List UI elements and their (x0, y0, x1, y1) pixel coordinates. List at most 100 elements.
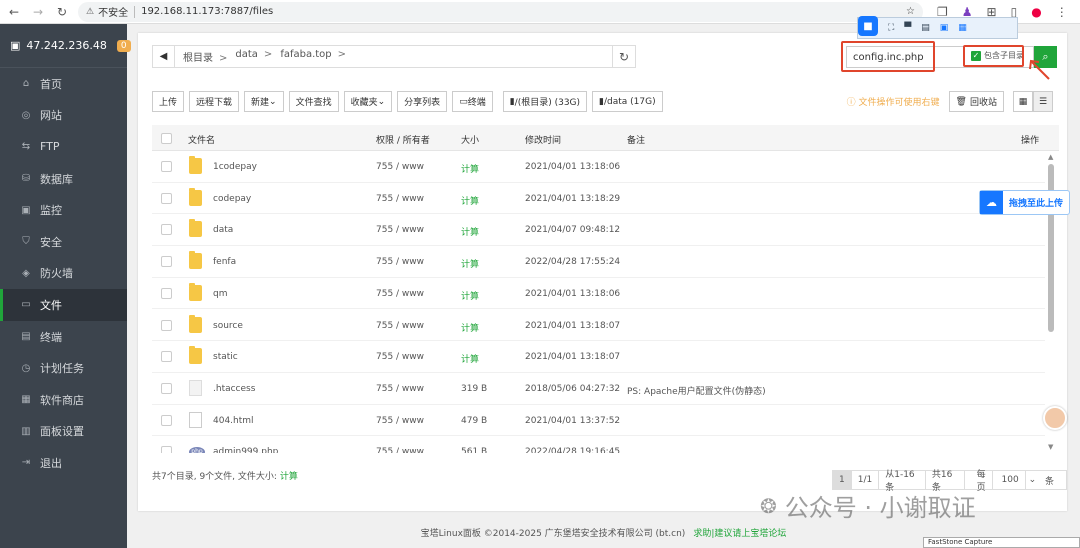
address-bar[interactable]: ⚠ 不安全 192.168.11.173:7887/files ☆ (78, 1, 923, 22)
file-size[interactable]: 计算 (461, 289, 479, 302)
sidebar-item-10[interactable]: ▦ 软件商店 (0, 384, 127, 416)
assistant-avatar[interactable] (1043, 406, 1067, 430)
file-size[interactable]: 计算 (461, 225, 479, 238)
row-checkbox[interactable] (161, 161, 172, 172)
scroll-capture-icon[interactable]: ▦ (958, 23, 967, 33)
table-row[interactable]: static 755 / www 计算 2021/04/01 13:18:07 (152, 341, 1045, 373)
file-perm[interactable]: 755 / www (376, 352, 424, 362)
toolbar-button-3[interactable]: 文件查找 (288, 91, 339, 112)
file-perm[interactable]: 755 / www (376, 289, 424, 299)
file-name[interactable]: fenfa (213, 257, 236, 267)
row-checkbox[interactable] (161, 319, 172, 331)
sidebar-item-7[interactable]: ▭ 文件 (0, 289, 127, 321)
sidebar-item-6[interactable]: ◈ 防火墙 (0, 258, 127, 290)
toolbar-button-2[interactable]: 新建 ⌄ (244, 91, 284, 112)
file-name[interactable]: static (213, 352, 238, 362)
table-row[interactable]: codepay 755 / www 计算 2021/04/01 13:18:29 (152, 183, 1045, 215)
row-checkbox[interactable] (161, 287, 172, 299)
fullscreen-icon[interactable]: ⛶ (888, 23, 894, 33)
star-icon[interactable]: ☆ (906, 6, 915, 17)
region-icon[interactable]: ▣ (940, 23, 949, 33)
drag-upload-button[interactable]: ☁ 拖拽至此上传 (979, 190, 1070, 215)
toolbar-button-5[interactable]: 分享列表 (397, 91, 448, 112)
row-checkbox[interactable] (161, 192, 172, 204)
scroll-up-icon[interactable]: ▲ (1048, 153, 1053, 161)
select-all-checkbox[interactable] (161, 133, 172, 144)
recycle-bin-button[interactable]: 🗑 回收站 (948, 91, 1004, 112)
file-name[interactable]: codepay (213, 194, 251, 204)
table-row[interactable]: php admin999.php 755 / www 561 B 2022/04/28 … (152, 436, 1045, 453)
file-name[interactable]: source (213, 321, 243, 331)
calc-size-link[interactable]: 计算 (280, 472, 298, 482)
table-row[interactable]: qm 755 / www 计算 2021/04/01 13:18:06 (152, 278, 1045, 310)
file-name[interactable]: admin999.php (213, 447, 278, 453)
row-checkbox[interactable] (161, 351, 172, 363)
toolbar-button-7[interactable]: ▮ /(根目录) (33G) (502, 91, 588, 112)
avatar-icon[interactable]: ● (1031, 5, 1041, 19)
col-name[interactable]: 文件名 (188, 133, 215, 146)
toolbar-button-1[interactable]: 远程下载 (189, 91, 240, 112)
sidebar-item-2[interactable]: ⇆ FTP (0, 131, 127, 163)
file-name[interactable]: data (213, 225, 233, 235)
sidebar-item-11[interactable]: ▥ 面板设置 (0, 416, 127, 448)
row-checkbox[interactable] (161, 256, 172, 268)
sidebar-item-12[interactable]: ⇥ 退出 (0, 447, 127, 479)
table-row[interactable]: .htaccess 755 / www 319 B 2018/05/06 04:27:… (152, 373, 1045, 405)
sidebar-item-9[interactable]: ◷ 计划任务 (0, 352, 127, 384)
table-row[interactable]: data 755 / www 计算 2021/04/07 09:48:12 (152, 214, 1045, 247)
row-checkbox[interactable] (161, 224, 172, 236)
scroll-down-icon[interactable]: ▼ (1048, 443, 1053, 451)
toolbar-button-4[interactable]: 收藏夹 ⌄ (343, 91, 393, 112)
table-row[interactable]: fenfa 755 / www 计算 2022/04/28 17:55:24 (152, 246, 1045, 278)
reload-icon[interactable]: ↻ (52, 2, 72, 22)
file-size[interactable]: 计算 (461, 194, 479, 207)
table-row[interactable]: source 755 / www 计算 2021/04/01 13:18:07 (152, 310, 1045, 342)
menu-icon[interactable]: ⋮ (1056, 5, 1068, 19)
row-checkbox[interactable] (161, 446, 172, 453)
list-view-icon[interactable]: ☰ (1033, 91, 1053, 112)
per-page-select[interactable]: 每页 100 ⌄ 条 (965, 470, 1066, 493)
file-perm[interactable]: 755 / www (376, 225, 424, 235)
grid-view-icon[interactable]: ▦ (1013, 91, 1033, 112)
sidebar-item-5[interactable]: ⛉ 安全 (0, 226, 127, 258)
forum-link[interactable]: 求助|建议请上宝塔论坛 (693, 529, 786, 539)
toolbar-button-0[interactable]: 上传 (152, 91, 185, 112)
toolbar-button-8[interactable]: ▮ /data (17G) (592, 91, 663, 112)
toolbar-button-6[interactable]: ▭ 终端 (452, 91, 493, 112)
file-perm[interactable]: 755 / www (376, 194, 424, 204)
col-size[interactable]: 大小 (461, 133, 479, 146)
breadcrumb-item[interactable]: fafaba.top > (280, 49, 346, 64)
back-arrow-icon[interactable]: ← (4, 2, 24, 22)
file-size[interactable]: 计算 (461, 352, 479, 365)
file-perm[interactable]: 755 / www (376, 447, 424, 453)
back-icon[interactable]: ◀ (153, 46, 175, 67)
file-perm[interactable]: 755 / www (376, 162, 424, 172)
sidebar-item-3[interactable]: ⛁ 数据库 (0, 163, 127, 195)
file-name[interactable]: 1codepay (213, 162, 257, 172)
file-perm[interactable]: 755 / www (376, 416, 424, 426)
file-perm[interactable]: 755 / www (376, 257, 424, 267)
file-size[interactable]: 计算 (461, 257, 479, 270)
table-row[interactable]: 1codepay 755 / www 计算 2021/04/01 13:18:06 (152, 151, 1045, 183)
file-name[interactable]: .htaccess (213, 384, 255, 394)
forward-arrow-icon[interactable]: → (28, 2, 48, 22)
file-size[interactable]: 计算 (461, 162, 479, 175)
col-perm[interactable]: 权限 / 所有者 (376, 133, 430, 146)
breadcrumb-item[interactable]: 根目录 > (183, 49, 227, 64)
row-checkbox[interactable] (161, 414, 172, 426)
sidebar-item-4[interactable]: ▣ 监控 (0, 194, 127, 226)
file-perm[interactable]: 755 / www (376, 321, 424, 331)
notification-badge[interactable]: 0 (116, 39, 131, 52)
table-row[interactable]: 404.html 755 / www 479 B 2021/04/01 13:37:5… (152, 405, 1045, 437)
file-name[interactable]: qm (213, 289, 227, 299)
video-camera-icon[interactable]: ■ (858, 16, 878, 36)
sidebar-item-1[interactable]: ◎ 网站 (0, 100, 127, 132)
col-mtime[interactable]: 修改时间 (525, 133, 561, 146)
document-icon[interactable]: ▤ (921, 23, 930, 33)
sidebar-item-0[interactable]: ⌂ 首页 (0, 68, 127, 100)
file-size[interactable]: 计算 (461, 321, 479, 334)
row-checkbox[interactable] (161, 382, 172, 394)
file-perm[interactable]: 755 / www (376, 384, 424, 394)
sidebar-item-8[interactable]: ▤ 终端 (0, 321, 127, 353)
window-icon[interactable]: ▀ (904, 23, 911, 33)
